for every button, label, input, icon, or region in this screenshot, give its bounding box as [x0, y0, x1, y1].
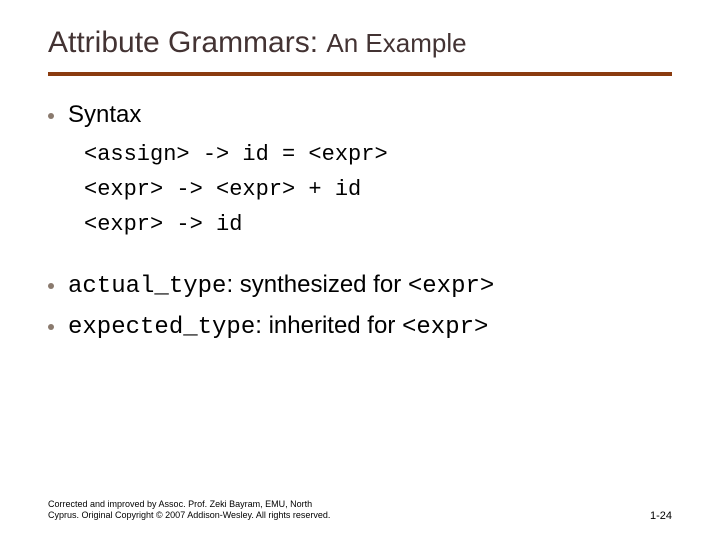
slide-title: Attribute Grammars: An Example [48, 26, 672, 60]
bullet-syntax: Syntax [48, 98, 672, 133]
title-rule [48, 72, 672, 76]
bullet-actual-type: actual_type: synthesized for <expr> [48, 268, 672, 305]
bullet-expected-text: expected_type: inherited for <expr> [68, 309, 488, 346]
footer-line-2: Cyprus. Original Copyright © 2007 Addiso… [48, 510, 330, 520]
grammar-line-1: <assign> -> id = <expr> [84, 142, 388, 167]
footer-credit: Corrected and improved by Assoc. Prof. Z… [48, 499, 330, 522]
bullet-actual-text: actual_type: synthesized for <expr> [68, 268, 494, 305]
actual-type-tail: <expr> [408, 273, 494, 300]
actual-type-code: actual_type [68, 273, 226, 300]
grammar-line-2: <expr> -> <expr> + id [84, 177, 361, 202]
page-number: 1-24 [650, 510, 672, 522]
grammar-block: <assign> -> id = <expr> <expr> -> <expr>… [84, 137, 672, 243]
bullet-expected-type: expected_type: inherited for <expr> [48, 309, 672, 346]
slide: Attribute Grammars: An Example Syntax <a… [0, 0, 720, 540]
title-main: Attribute Grammars: [48, 26, 318, 59]
bullet-dot-icon [48, 324, 54, 330]
footer-line-1: Corrected and improved by Assoc. Prof. Z… [48, 499, 312, 509]
bullet-syntax-label: Syntax [68, 98, 141, 133]
bullet-dot-icon [48, 113, 54, 119]
bullet-dot-icon [48, 283, 54, 289]
title-sub: An Example [326, 28, 466, 58]
expected-type-code: expected_type [68, 314, 255, 341]
actual-type-mid: : synthesized for [226, 271, 407, 298]
grammar-line-3: <expr> -> id [84, 212, 242, 237]
slide-body: Syntax <assign> -> id = <expr> <expr> ->… [48, 98, 672, 346]
expected-type-mid: : inherited for [255, 312, 402, 339]
expected-type-tail: <expr> [402, 314, 488, 341]
